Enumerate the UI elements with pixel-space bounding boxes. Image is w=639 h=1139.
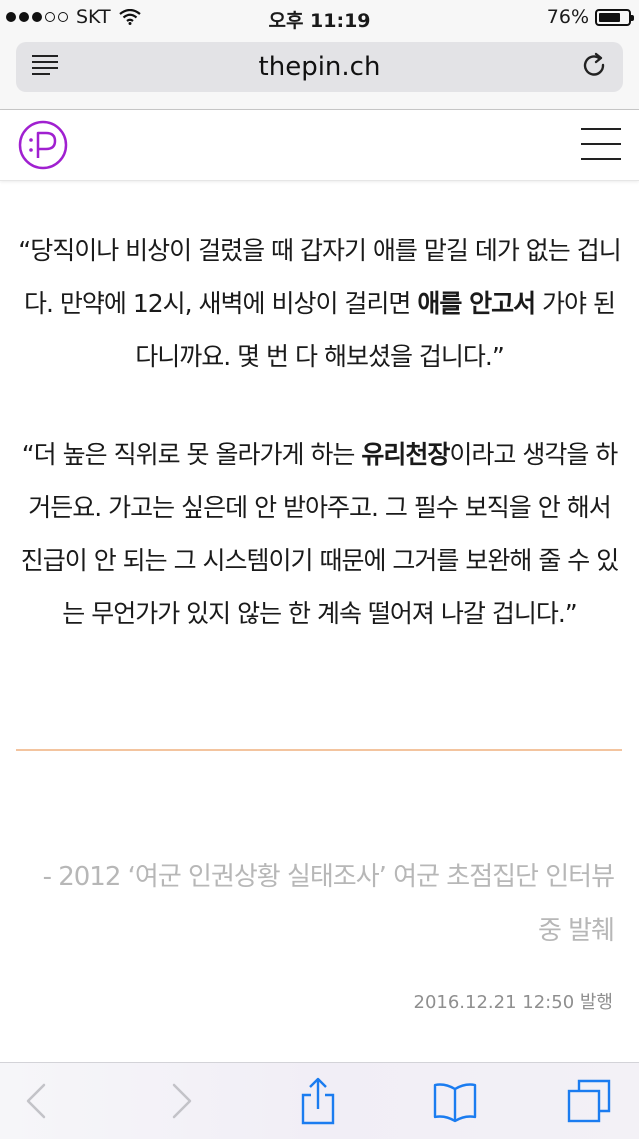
quote-1-highlight: 애를 안고서 <box>417 289 536 318</box>
battery-percent: 76% <box>546 6 589 28</box>
tabs-icon[interactable] <box>565 1077 613 1125</box>
source-citation: - 2012 ‘여군 인권상황 실태조사’ 여군 초점집단 인터뷰 중 발췌 <box>42 862 615 946</box>
reload-icon[interactable] <box>581 52 609 80</box>
battery-level <box>599 12 621 22</box>
forward-chevron-icon[interactable] <box>156 1077 204 1125</box>
url-text[interactable]: thepin.ch <box>16 52 623 82</box>
hamburger-menu-icon[interactable] <box>581 128 621 160</box>
bookmarks-icon[interactable] <box>431 1077 479 1125</box>
status-bar: SKT 오후 11:19 76% <box>0 0 639 36</box>
back-chevron-icon[interactable] <box>14 1077 62 1125</box>
battery-icon <box>595 8 634 26</box>
quote-2-text: “더 높은 직위로 못 올라가게 하는 <box>21 440 362 469</box>
address-bar[interactable]: thepin.ch <box>16 42 623 92</box>
divider <box>16 749 622 751</box>
quote-paragraph-1: “당직이나 비상이 걸렸을 때 갑자기 애를 맡길 데가 없는 겁니다. 만약에… <box>16 224 623 383</box>
publish-date: 2016.12.21 12:50 발행 <box>413 992 614 1013</box>
quote-2-highlight: 유리천장 <box>361 440 450 469</box>
quote-paragraph-2: “더 높은 직위로 못 올라가게 하는 유리천장이라고 생각을 하거든요. 가고… <box>16 428 623 640</box>
share-icon[interactable] <box>294 1077 342 1125</box>
status-right: 76% <box>546 6 634 28</box>
logo-icon[interactable] <box>18 120 68 170</box>
status-time: 오후 11:19 <box>268 10 371 32</box>
browser-toolbar <box>0 1062 639 1139</box>
site-header <box>0 110 639 181</box>
browser-address-area: thepin.ch <box>0 36 639 110</box>
